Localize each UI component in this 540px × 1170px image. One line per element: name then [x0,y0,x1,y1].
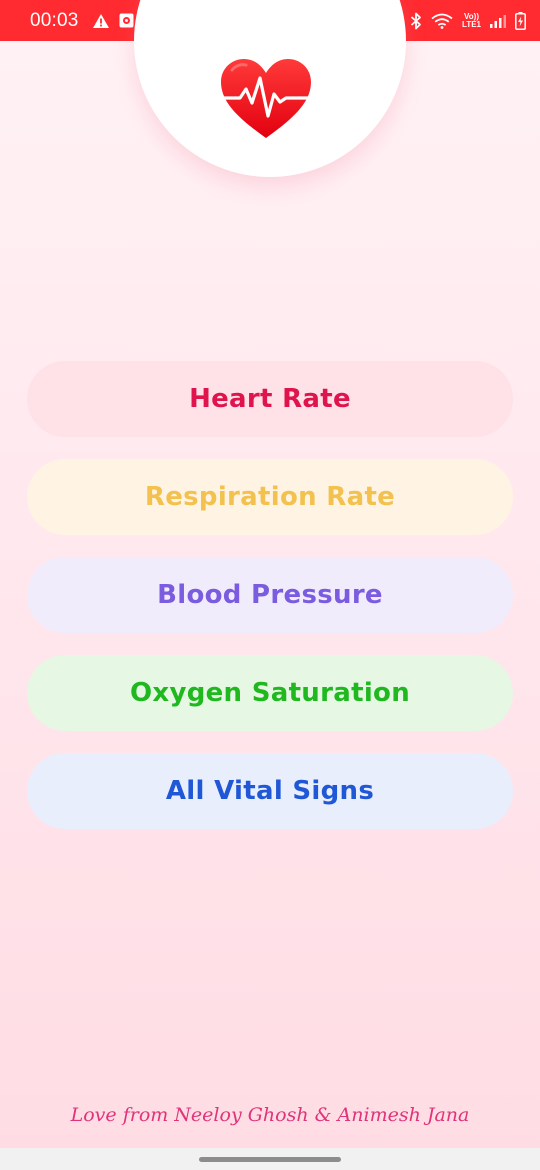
signal-icon [490,14,506,28]
heart-pulse-icon [218,56,314,142]
bluetooth-icon [410,12,422,30]
status-bar-left: 00:03 [30,10,134,32]
blood-pressure-button[interactable]: Blood Pressure [27,557,513,633]
footer-credits: Love from Neeloy Ghosh & Animesh Jana [70,1104,470,1126]
volte-lte-icon: Vo)) LTE1 [462,12,481,29]
navigation-bar [0,1148,540,1170]
warning-icon [92,13,110,29]
lte-label: LTE1 [462,19,481,29]
oxygen-saturation-button[interactable]: Oxygen Saturation [27,655,513,731]
heart-rate-button[interactable]: Heart Rate [27,361,513,437]
battery-icon [515,11,526,30]
status-time: 00:03 [30,9,79,31]
all-vital-signs-button[interactable]: All Vital Signs [27,753,513,829]
vital-signs-menu: Heart Rate Respiration Rate Blood Pressu… [27,361,513,851]
notification-app-icon [119,13,134,28]
home-indicator[interactable] [199,1157,341,1162]
respiration-rate-button[interactable]: Respiration Rate [27,459,513,535]
wifi-icon [431,13,453,29]
